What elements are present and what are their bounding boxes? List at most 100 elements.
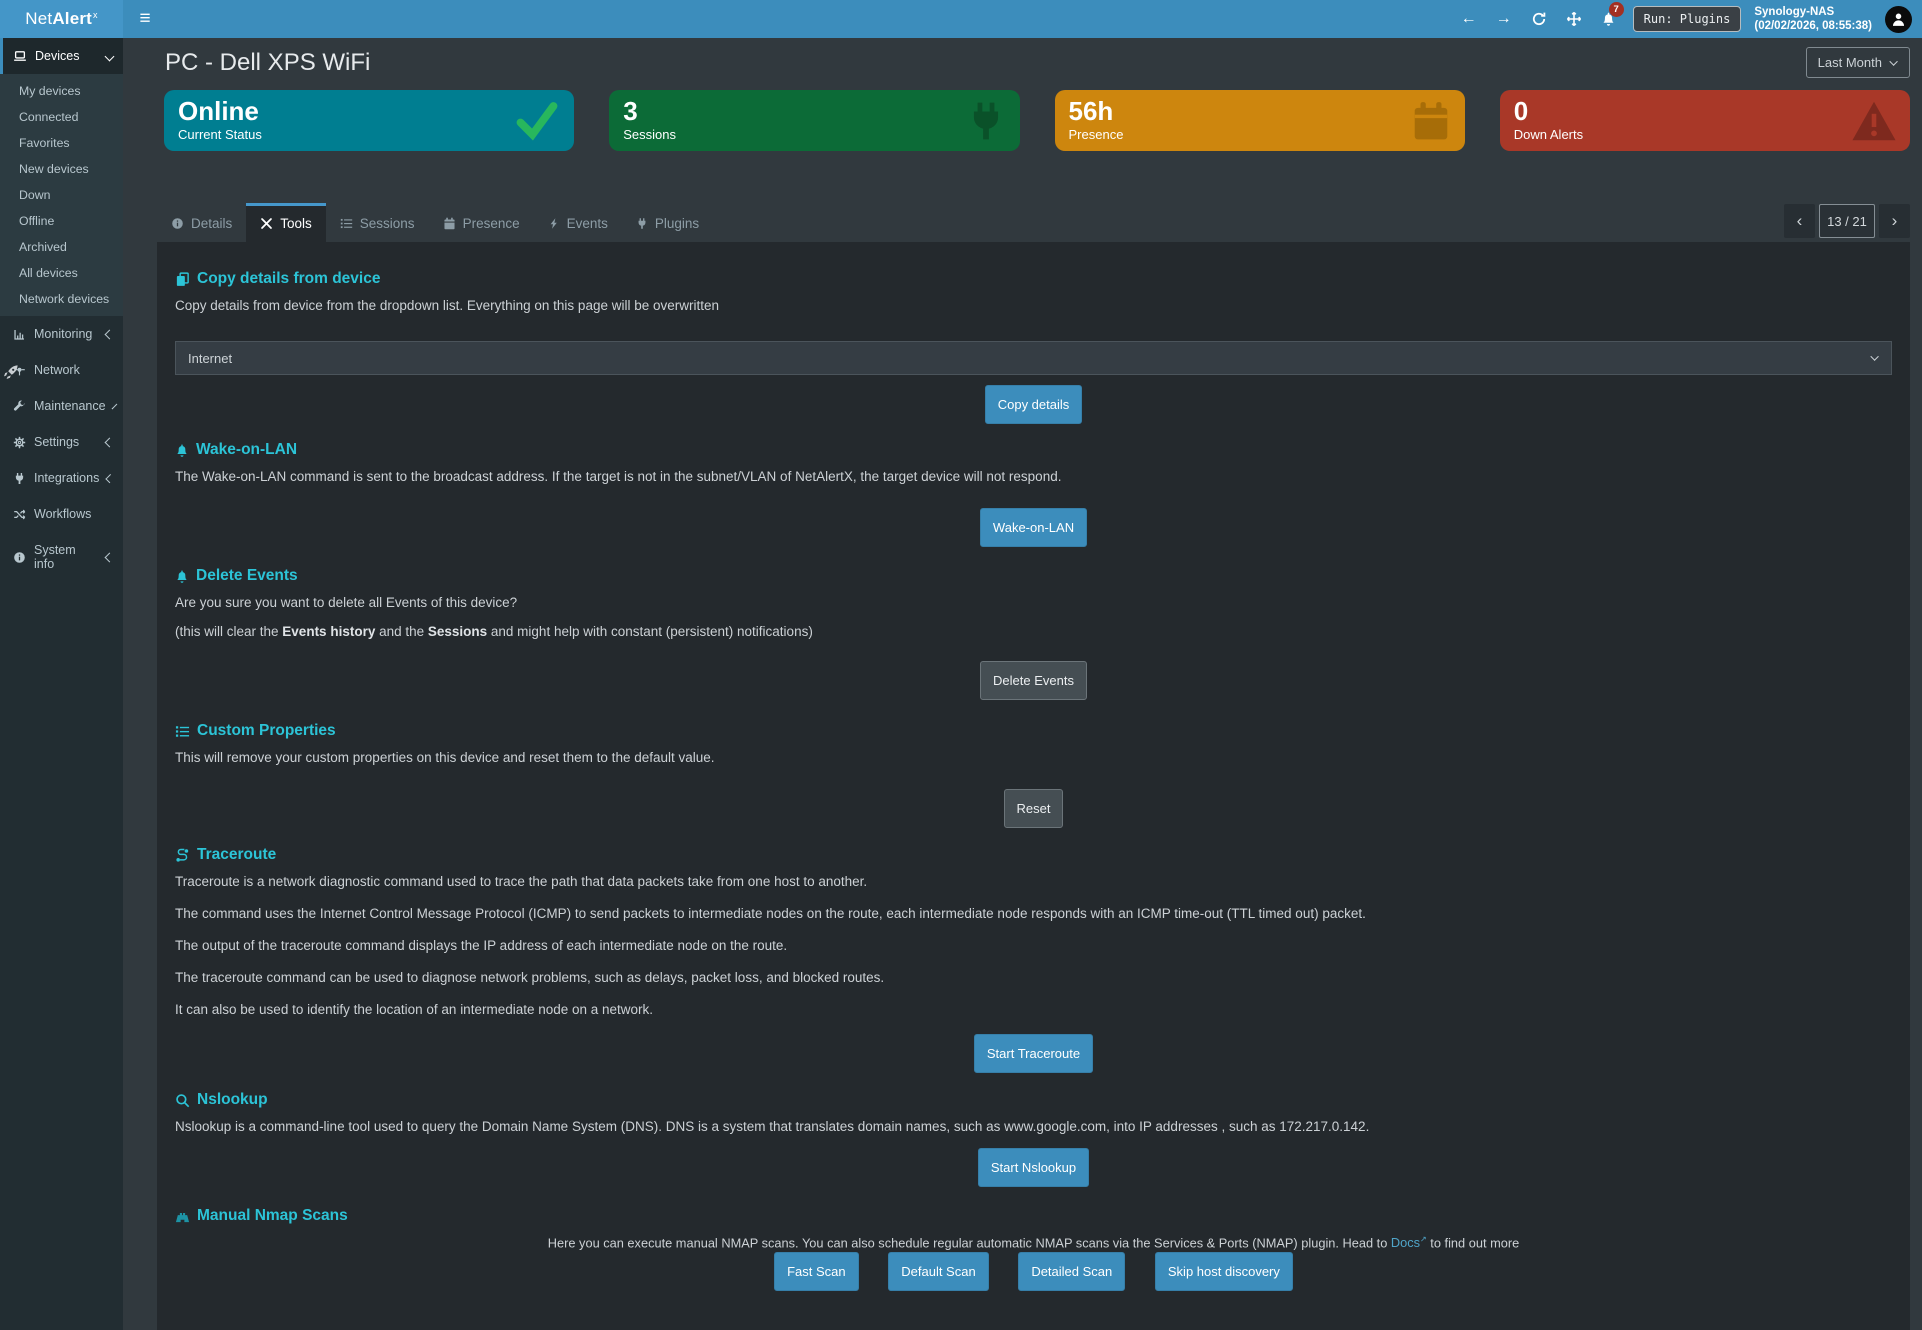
- external-link-icon: ↗: [1420, 1235, 1427, 1244]
- sidebar-item-integrations[interactable]: Integrations: [0, 460, 123, 496]
- page-title: PC - Dell XPS WiFi: [165, 49, 370, 77]
- binoculars-icon: [175, 1209, 190, 1224]
- plug-icon: [13, 472, 26, 485]
- host-name: Synology-NAS: [1754, 5, 1872, 19]
- sidebar-item-devices[interactable]: Devices: [0, 38, 123, 74]
- wol-description: The Wake-on-LAN command is sent to the b…: [175, 469, 1892, 484]
- sidebar-item-system-info[interactable]: System info: [0, 532, 123, 582]
- copy-source-select[interactable]: Internet: [175, 341, 1892, 375]
- back-arrow-icon[interactable]: ←: [1458, 7, 1480, 31]
- sidebar-item-my-devices[interactable]: My devices: [0, 78, 123, 104]
- app-logo[interactable]: NetAlertx: [0, 0, 123, 38]
- copy-details-button[interactable]: Copy details: [985, 385, 1083, 424]
- plug-icon: [965, 98, 1007, 144]
- host-info: Synology-NAS (02/02/2026, 08:55:38): [1754, 5, 1872, 34]
- list-ol-icon: [340, 217, 353, 230]
- info-icon: [171, 217, 184, 230]
- tab-presence[interactable]: Presence: [429, 203, 534, 242]
- chevron-down-icon: [1889, 57, 1897, 65]
- card-label: Sessions: [623, 127, 1005, 142]
- delete-events-question: Are you sure you want to delete all Even…: [175, 595, 1892, 610]
- docs-link[interactable]: Docs↗: [1391, 1235, 1427, 1250]
- sidebar-item-monitoring[interactable]: Monitoring: [0, 316, 123, 352]
- bell-icon[interactable]: 7: [1598, 7, 1620, 31]
- calendar-icon: [1410, 98, 1452, 144]
- nmap-section-title: Manual Nmap Scans: [175, 1207, 1892, 1225]
- traceroute-paragraph: The traceroute command can be used to di…: [175, 970, 1892, 985]
- status-cards: Online Current Status 3 Sessions 56h Pre…: [164, 90, 1910, 151]
- sidebar-item-archived[interactable]: Archived: [0, 234, 123, 260]
- copy-details-section-title: Copy details from device: [175, 270, 1892, 288]
- sidebar-item-maintenance[interactable]: Maintenance: [0, 388, 123, 424]
- traceroute-paragraph: Traceroute is a network diagnostic comma…: [175, 874, 1892, 889]
- sidebar-item-settings[interactable]: Settings: [0, 424, 123, 460]
- card-down-alerts: 0 Down Alerts: [1500, 90, 1910, 151]
- sidebar-item-network-devices[interactable]: Network devices: [0, 286, 123, 312]
- sidebar-toggle-icon[interactable]: ≡: [123, 0, 167, 38]
- wrench-icon: [13, 400, 26, 413]
- plug-icon: [636, 217, 648, 230]
- fast-scan-button[interactable]: Fast Scan: [774, 1252, 859, 1291]
- reset-button[interactable]: Reset: [1004, 789, 1064, 828]
- run-plugins-button[interactable]: Run: Plugins: [1633, 6, 1742, 32]
- period-selector[interactable]: Last Month: [1806, 47, 1910, 78]
- sidebar-item-workflows[interactable]: Workflows: [0, 496, 123, 532]
- delete-events-button[interactable]: Delete Events: [980, 661, 1087, 700]
- notification-badge: 7: [1609, 2, 1624, 17]
- calendar-icon: [443, 217, 456, 230]
- move-icon[interactable]: [1563, 7, 1585, 31]
- prev-device-button[interactable]: ‹: [1784, 204, 1815, 238]
- tools-tab-panel: Copy details from device Copy details fr…: [157, 242, 1910, 1330]
- wake-on-lan-button[interactable]: Wake-on-LAN: [980, 508, 1087, 547]
- user-avatar[interactable]: [1885, 6, 1912, 33]
- logo-net: Net: [25, 9, 52, 29]
- tab-sessions[interactable]: Sessions: [326, 203, 429, 242]
- default-scan-button[interactable]: Default Scan: [888, 1252, 988, 1291]
- device-tabs-bar: Details Tools Sessions: [157, 203, 1910, 242]
- list-icon: [175, 724, 190, 739]
- card-sessions: 3 Sessions: [609, 90, 1019, 151]
- sidebar-item-down[interactable]: Down: [0, 182, 123, 208]
- sidebar-item-connected[interactable]: Connected: [0, 104, 123, 130]
- chevron-left-icon: [106, 474, 115, 483]
- tab-plugins[interactable]: Plugins: [622, 203, 713, 242]
- sidebar-item-new-devices[interactable]: New devices: [0, 156, 123, 182]
- custom-properties-section-title: Custom Properties: [175, 722, 1892, 740]
- card-value: Online: [178, 97, 560, 126]
- card-presence: 56h Presence: [1055, 90, 1465, 151]
- next-device-button[interactable]: ›: [1879, 204, 1910, 238]
- detailed-scan-button[interactable]: Detailed Scan: [1018, 1252, 1125, 1291]
- period-selector-value: Last Month: [1818, 55, 1882, 70]
- bell-icon: [175, 443, 189, 458]
- forward-arrow-icon[interactable]: →: [1493, 7, 1515, 31]
- warning-icon: [1851, 99, 1897, 143]
- sidebar-item-all-devices[interactable]: All devices: [0, 260, 123, 286]
- tools-icon: [260, 217, 273, 230]
- skip-host-discovery-button[interactable]: Skip host discovery: [1155, 1252, 1293, 1291]
- tab-tools[interactable]: Tools: [246, 203, 326, 242]
- top-navbar: NetAlertx ≡ ← → 7 Run: Plugins Synology-…: [0, 0, 1922, 38]
- start-nslookup-button[interactable]: Start Nslookup: [978, 1148, 1089, 1187]
- sidebar-item-favorites[interactable]: Favorites: [0, 130, 123, 156]
- refresh-icon[interactable]: [1528, 7, 1550, 31]
- check-icon: [513, 100, 561, 142]
- bell-icon: [175, 569, 189, 584]
- sidebar: Devices My devices Connected Favorites N…: [0, 38, 123, 1330]
- search-icon: [175, 1093, 190, 1108]
- tab-details[interactable]: Details: [157, 203, 246, 242]
- tab-events[interactable]: Events: [534, 203, 622, 242]
- pagination-counter: 13 / 21: [1819, 204, 1875, 238]
- custom-properties-description: This will remove your custom properties …: [175, 750, 1892, 765]
- nslookup-section-title: Nslookup: [175, 1091, 1892, 1109]
- nmap-description: Here you can execute manual NMAP scans. …: [175, 1235, 1892, 1250]
- logo-sup: x: [93, 10, 98, 20]
- sidebar-item-offline[interactable]: Offline: [0, 208, 123, 234]
- card-label: Down Alerts: [1514, 127, 1896, 142]
- laptop-icon: [13, 49, 27, 63]
- rocket-icon[interactable]: [3, 364, 19, 380]
- gear-icon: [13, 436, 26, 449]
- sidebar-item-label: Devices: [35, 49, 98, 63]
- card-value: 0: [1514, 97, 1896, 126]
- card-value: 3: [623, 97, 1005, 126]
- start-traceroute-button[interactable]: Start Traceroute: [974, 1034, 1093, 1073]
